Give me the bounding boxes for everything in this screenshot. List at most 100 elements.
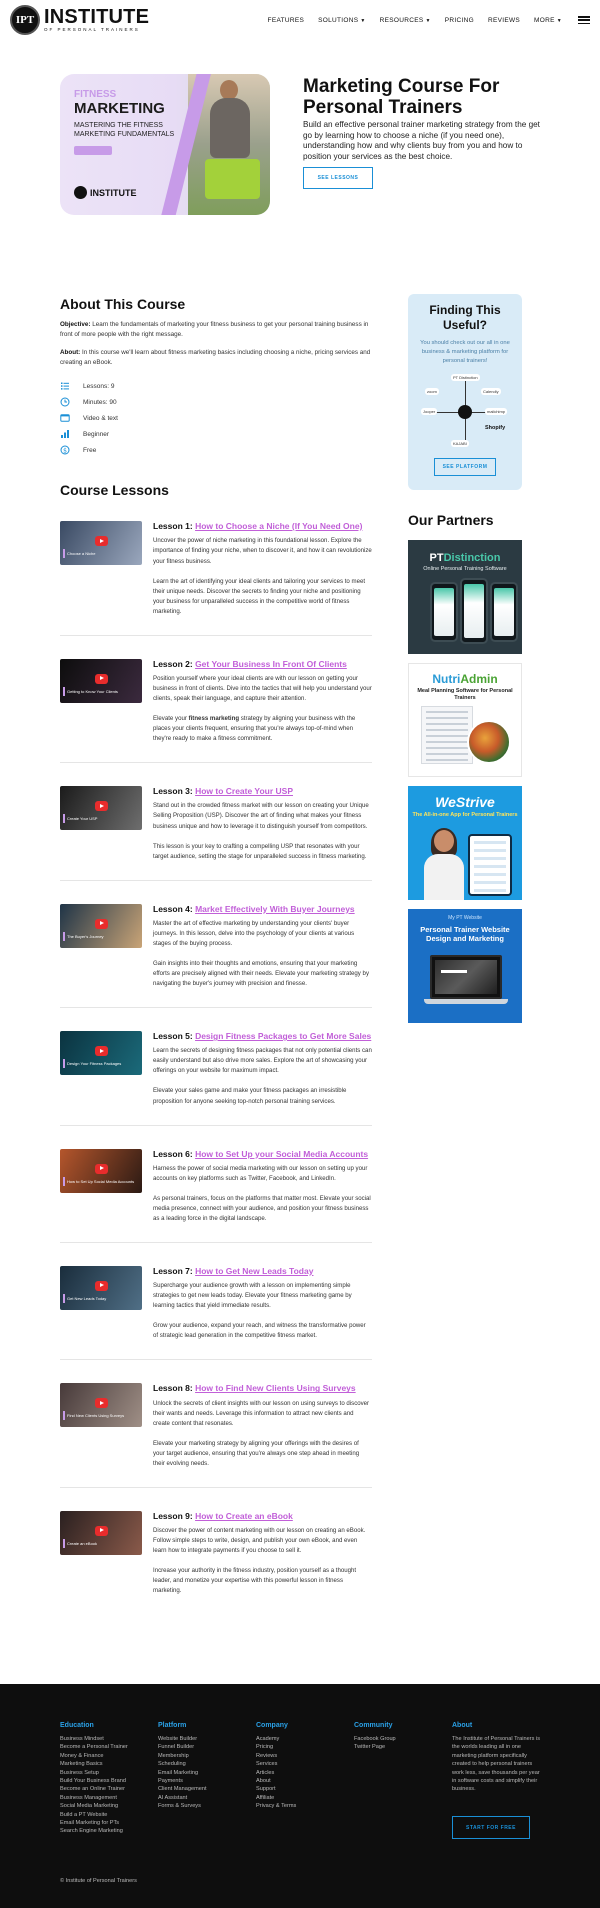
lesson-title-link[interactable]: How to Create Your USP xyxy=(195,786,293,796)
start-for-free-button[interactable]: START FOR FREE xyxy=(452,1816,530,1839)
see-platform-button[interactable]: SEE PLATFORM xyxy=(434,457,496,476)
footer-link[interactable]: Marketing Basics xyxy=(60,1760,128,1768)
footer-link[interactable]: Academy xyxy=(256,1735,296,1743)
footer-link[interactable]: Business Setup xyxy=(60,1769,128,1777)
nav-item-pricing[interactable]: PRICING xyxy=(445,17,474,24)
partner-banner-nutriadmin[interactable]: NutriAdmin Meal Planning Software for Pe… xyxy=(408,663,522,777)
lessons-list: Choose a Niche Lesson 1: How to Choose a… xyxy=(60,498,372,1614)
lesson-body: Lesson 6: How to Set Up your Social Medi… xyxy=(153,1149,372,1224)
lesson-thumbnail[interactable]: The Buyer's Journey xyxy=(60,903,142,948)
main-content: About This Course Objective: Learn the f… xyxy=(0,274,600,1654)
nav-item-resources[interactable]: RESOURCES ▼ xyxy=(380,17,431,24)
nav-label: MORE xyxy=(534,16,555,24)
lesson-thumbnail[interactable]: How to Set Up Social Media Accounts xyxy=(60,1148,142,1193)
partners-list: PTDistinction Online Personal Training S… xyxy=(408,540,522,1023)
logo-sub-text: OF PERSONAL TRAINERS xyxy=(44,27,140,33)
footer-link[interactable]: Email Marketing xyxy=(158,1769,207,1777)
lesson-title-link[interactable]: How to Choose a Niche (If You Need One) xyxy=(195,521,362,531)
partner-banner-ptdistinction[interactable]: PTDistinction Online Personal Training S… xyxy=(408,540,522,654)
footer-link[interactable]: Privacy & Terms xyxy=(256,1802,296,1810)
lesson-heading: Lesson 7: How to Get New Leads Today xyxy=(153,1266,372,1276)
hero-image-marketing-text: MARKETING xyxy=(74,100,165,117)
course-content: About This Course Objective: Learn the f… xyxy=(60,274,372,1614)
footer-link[interactable]: Services xyxy=(256,1760,296,1768)
integration-node: KAJABI xyxy=(451,439,469,447)
site-header: IPT INSTITUTE OF PERSONAL TRAINERS FEATU… xyxy=(0,0,600,40)
thumbnail-accent-bar xyxy=(63,1411,65,1421)
footer-link[interactable]: Twitter Page xyxy=(354,1743,396,1751)
lesson-number: Lesson 9: xyxy=(153,1510,193,1521)
footer-link[interactable]: Articles xyxy=(256,1769,296,1777)
lesson-thumbnail[interactable]: Create Your USP xyxy=(60,786,142,831)
footer-link[interactable]: Scheduling xyxy=(158,1760,207,1768)
footer-link[interactable]: Email Marketing for PTs xyxy=(60,1819,128,1827)
footer-link[interactable]: Client Management xyxy=(158,1785,207,1793)
nav-label: PRICING xyxy=(444,16,474,24)
footer-link[interactable]: Become a Personal Trainer xyxy=(60,1743,128,1751)
lesson-title-link[interactable]: How to Get New Leads Today xyxy=(195,1266,313,1276)
footer-link[interactable]: Reviews xyxy=(256,1752,296,1760)
partner-banner-myptwebsite[interactable]: My PT Website Personal Trainer Website D… xyxy=(408,909,522,1023)
lesson-paragraph: As personal trainers, focus on the platf… xyxy=(153,1194,371,1222)
lesson-thumbnail[interactable]: Get New Leads Today xyxy=(60,1265,142,1310)
promo-title: Finding This Useful? xyxy=(429,303,501,332)
lesson-thumbnail[interactable]: Design Your Fitness Packages xyxy=(60,1031,142,1076)
lesson-title-link[interactable]: Get Your Business In Front Of Clients xyxy=(195,659,347,669)
site-logo[interactable]: IPT INSTITUTE OF PERSONAL TRAINERS xyxy=(10,5,149,35)
lesson-title-link[interactable]: How to Find New Clients Using Surveys xyxy=(195,1383,356,1393)
partner-subtitle: Online Personal Training Software xyxy=(423,566,507,572)
footer-link[interactable]: Membership xyxy=(158,1752,207,1760)
footer-link[interactable]: Business Mindset xyxy=(60,1735,128,1743)
lesson-thumbnail[interactable]: Create an eBook xyxy=(60,1510,142,1555)
footer-link[interactable]: Forms & Surveys xyxy=(158,1802,207,1810)
lesson-title-link[interactable]: How to Set Up your Social Media Accounts xyxy=(195,1149,368,1159)
partner-brand-part: Distinction xyxy=(443,552,501,564)
chevron-down-icon: ▼ xyxy=(556,17,562,24)
hamburger-icon[interactable] xyxy=(578,16,590,24)
footer-link[interactable]: Funnel Builder xyxy=(158,1743,207,1751)
footer-link[interactable]: Become an Online Trainer xyxy=(60,1785,128,1793)
lesson-title-link[interactable]: Design Fitness Packages to Get More Sale… xyxy=(195,1031,371,1041)
play-icon xyxy=(95,801,108,812)
lesson-thumbnail[interactable]: Find New Clients Using Surveys xyxy=(60,1383,142,1428)
lesson-number: Lesson 7: xyxy=(153,1265,193,1276)
about-paragraph: About: In this course we'll learn about … xyxy=(60,348,372,368)
footer-link[interactable]: Pricing xyxy=(256,1743,296,1751)
footer-link[interactable]: Support xyxy=(256,1785,296,1793)
partner-brand-part: PT xyxy=(429,552,444,564)
hero-image-subtitle: MASTERING THE FITNESS MARKETING FUNDAMEN… xyxy=(74,122,175,139)
footer-link[interactable]: Money & Finance xyxy=(60,1752,128,1760)
footer-link[interactable]: Social Media Marketing xyxy=(60,1802,128,1810)
nav-item-reviews[interactable]: REVIEWS xyxy=(488,17,520,24)
footer-link[interactable]: Build Your Business Brand xyxy=(60,1777,128,1785)
nav-item-features[interactable]: FEATURES xyxy=(268,17,305,24)
lesson-paragraph: Elevate your marketing strategy by align… xyxy=(153,1439,360,1467)
logo-emblem: IPT xyxy=(10,5,40,35)
footer-link[interactable]: Business Management xyxy=(60,1794,128,1802)
footer-link[interactable]: Affiliate xyxy=(256,1794,296,1802)
footer-link[interactable]: About xyxy=(256,1777,296,1785)
lesson-thumbnail[interactable]: Getting to Know Your Clients xyxy=(60,658,142,703)
thumbnail-accent-bar xyxy=(63,549,65,559)
footer-link[interactable]: Website Builder xyxy=(158,1735,207,1743)
nav-item-more[interactable]: MORE ▼ xyxy=(534,17,562,24)
lesson-heading: Lesson 6: How to Set Up your Social Medi… xyxy=(153,1149,372,1159)
play-icon xyxy=(95,1525,108,1536)
integration-node: mailchimp xyxy=(485,407,508,415)
nav-item-solutions[interactable]: SOLUTIONS ▼ xyxy=(318,17,366,24)
meta-format-text: Video & text xyxy=(83,414,118,422)
footer-link[interactable]: Search Engine Marketing xyxy=(60,1827,128,1835)
lesson-thumbnail[interactable]: Choose a Niche xyxy=(60,521,142,566)
footer-link[interactable]: AI Assistant xyxy=(158,1794,207,1802)
footer-link[interactable]: Facebook Group xyxy=(354,1735,396,1743)
footer-link[interactable]: Payments xyxy=(158,1777,207,1785)
lesson-title-link[interactable]: How to Create an eBook xyxy=(195,1511,293,1521)
hero-image-fitness-text: FITNESS xyxy=(74,89,117,100)
lesson-title-link[interactable]: Market Effectively With Buyer Journeys xyxy=(195,904,355,914)
lesson-heading: Lesson 5: Design Fitness Packages to Get… xyxy=(153,1031,372,1041)
partner-banner-westrive[interactable]: WeStrive The All-in-one App for Personal… xyxy=(408,786,522,900)
nav-label: REVIEWS xyxy=(487,16,521,24)
lesson-body: Lesson 9: How to Create an eBook Discove… xyxy=(153,1511,372,1596)
see-lessons-button[interactable]: SEE LESSONS xyxy=(303,167,373,189)
footer-link[interactable]: Build a PT Website xyxy=(60,1811,128,1819)
